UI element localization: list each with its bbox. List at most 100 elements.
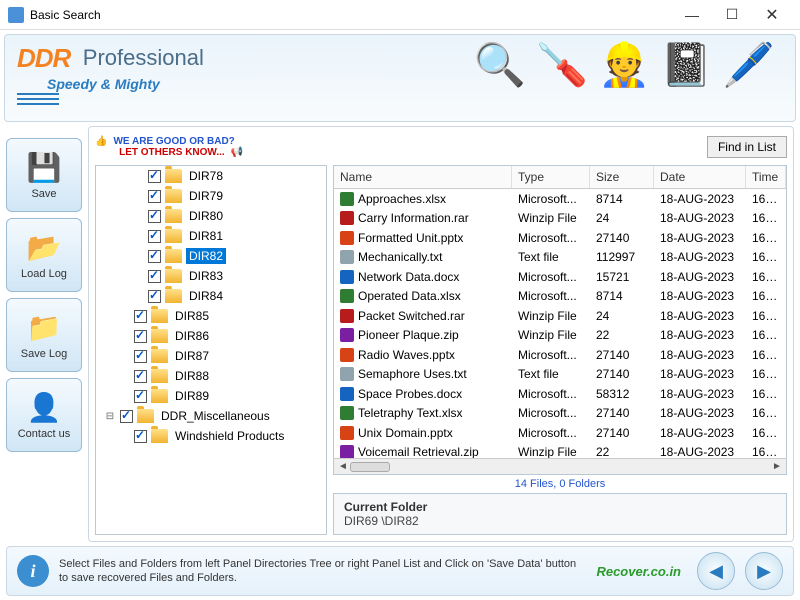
feedback-banner[interactable]: 👍 WE ARE GOOD OR BAD? LET OTHERS KNOW...… <box>95 136 697 158</box>
tree-checkbox[interactable] <box>134 370 147 383</box>
col-date[interactable]: Date <box>654 166 746 188</box>
panels: DIR78 DIR79 DIR80 DIR81 DIR82 DIR83 DIR84 DIR85… <box>95 165 787 535</box>
file-list[interactable]: Name Type Size Date Time Approaches.xlsx… <box>333 165 787 475</box>
list-row[interactable]: Carry Information.rarWinzip File2418-AUG… <box>334 209 786 229</box>
file-type: Microsoft... <box>512 192 590 206</box>
tree-checkbox[interactable] <box>148 270 161 283</box>
list-row[interactable]: Space Probes.docxMicrosoft...5831218-AUG… <box>334 384 786 404</box>
horizontal-scrollbar[interactable]: ◄ ► <box>334 458 786 474</box>
list-row[interactable]: Semaphore Uses.txtText file2714018-AUG-2… <box>334 365 786 385</box>
col-type[interactable]: Type <box>512 166 590 188</box>
tree-label[interactable]: DIR87 <box>172 348 212 364</box>
list-row[interactable]: Unix Domain.pptxMicrosoft...2714018-AUG-… <box>334 423 786 443</box>
tree-checkbox[interactable] <box>134 390 147 403</box>
find-in-list-button[interactable]: Find in List <box>707 136 787 158</box>
tree-item[interactable]: DIR86 <box>96 326 326 346</box>
tree-item[interactable]: DIR85 <box>96 306 326 326</box>
tree-checkbox[interactable] <box>148 290 161 303</box>
col-size[interactable]: Size <box>590 166 654 188</box>
list-row[interactable]: Radio Waves.pptxMicrosoft...2714018-AUG-… <box>334 345 786 365</box>
tree-checkbox[interactable] <box>148 170 161 183</box>
tree-checkbox[interactable] <box>134 430 147 443</box>
scroll-thumb[interactable] <box>350 462 390 472</box>
scroll-left-arrow[interactable]: ◄ <box>336 461 350 472</box>
tree-label[interactable]: DIR89 <box>172 388 212 404</box>
tree-label[interactable]: DIR85 <box>172 308 212 324</box>
tree-checkbox[interactable] <box>120 410 133 423</box>
scroll-right-arrow[interactable]: ► <box>770 461 784 472</box>
content: 👍 WE ARE GOOD OR BAD? LET OTHERS KNOW...… <box>88 126 794 542</box>
tree-label[interactable]: DIR82 <box>186 248 226 264</box>
file-icon <box>340 289 354 303</box>
back-button[interactable]: ◀ <box>697 552 735 590</box>
tree-label[interactable]: DIR84 <box>186 288 226 304</box>
file-name: Space Probes.docx <box>358 387 462 401</box>
file-icon <box>340 387 354 401</box>
list-row[interactable]: Packet Switched.rarWinzip File2418-AUG-2… <box>334 306 786 326</box>
content-top: 👍 WE ARE GOOD OR BAD? LET OTHERS KNOW...… <box>95 133 787 161</box>
close-button[interactable]: ✕ <box>752 1 792 29</box>
tree-item[interactable]: DIR88 <box>96 366 326 386</box>
recover-link[interactable]: Recover.co.in <box>596 564 681 579</box>
file-time: 16:05 <box>746 231 786 245</box>
col-name[interactable]: Name <box>334 166 512 188</box>
tree-item[interactable]: DIR79 <box>96 186 326 206</box>
folder-icon <box>151 369 168 383</box>
tree-item[interactable]: DIR82 <box>96 246 326 266</box>
file-time: 16:08 <box>746 348 786 362</box>
tree-item[interactable]: Windshield Products <box>96 426 326 446</box>
list-body[interactable]: Approaches.xlsxMicrosoft...871418-AUG-20… <box>334 189 786 458</box>
tree-checkbox[interactable] <box>148 250 161 263</box>
list-row[interactable]: Teletraphy Text.xlsxMicrosoft...2714018-… <box>334 404 786 424</box>
list-header[interactable]: Name Type Size Date Time <box>334 166 786 189</box>
tree-item[interactable]: DIR84 <box>96 286 326 306</box>
maximize-button[interactable]: ☐ <box>712 1 752 29</box>
tree-checkbox[interactable] <box>148 210 161 223</box>
tree-checkbox[interactable] <box>134 310 147 323</box>
file-name: Carry Information.rar <box>358 211 469 225</box>
file-type: Winzip File <box>512 211 590 225</box>
load-log-button[interactable]: 📂Load Log <box>6 218 82 292</box>
list-row[interactable]: Voicemail Retrieval.zipWinzip File2218-A… <box>334 443 786 459</box>
col-time[interactable]: Time <box>746 166 786 188</box>
tree-expander[interactable]: ⊟ <box>104 411 116 422</box>
tree-checkbox[interactable] <box>148 190 161 203</box>
tree-checkbox[interactable] <box>134 330 147 343</box>
tree-panel[interactable]: DIR78 DIR79 DIR80 DIR81 DIR82 DIR83 DIR84 DIR85… <box>95 165 327 535</box>
tree-item[interactable]: DIR89 <box>96 386 326 406</box>
tree-item[interactable]: DIR87 <box>96 346 326 366</box>
tree-item[interactable]: DIR83 <box>96 266 326 286</box>
tree-label[interactable]: DIR81 <box>186 228 226 244</box>
tree-item[interactable]: DIR81 <box>96 226 326 246</box>
tree-label[interactable]: DDR_Miscellaneous <box>158 408 273 424</box>
list-row[interactable]: Approaches.xlsxMicrosoft...871418-AUG-20… <box>334 189 786 209</box>
status-line: 14 Files, 0 Folders <box>333 475 787 493</box>
minimize-button[interactable]: — <box>672 1 712 29</box>
tree-label[interactable]: DIR78 <box>186 168 226 184</box>
tree-label[interactable]: DIR88 <box>172 368 212 384</box>
file-date: 18-AUG-2023 <box>654 309 746 323</box>
forward-button[interactable]: ▶ <box>745 552 783 590</box>
tree-label[interactable]: Windshield Products <box>172 428 287 444</box>
tree-label[interactable]: DIR80 <box>186 208 226 224</box>
tree-item[interactable]: DIR78 <box>96 166 326 186</box>
save-log-button[interactable]: 📁Save Log <box>6 298 82 372</box>
tree-checkbox[interactable] <box>134 350 147 363</box>
tree-item[interactable]: ⊟ DDR_Miscellaneous <box>96 406 326 426</box>
list-row[interactable]: Pioneer Plaque.zipWinzip File2218-AUG-20… <box>334 326 786 346</box>
file-name: Mechanically.txt <box>358 250 442 264</box>
tree-label[interactable]: DIR79 <box>186 188 226 204</box>
file-name: Approaches.xlsx <box>358 192 446 206</box>
tree-item[interactable]: DIR80 <box>96 206 326 226</box>
list-row[interactable]: Network Data.docxMicrosoft...1572118-AUG… <box>334 267 786 287</box>
list-row[interactable]: Operated Data.xlsxMicrosoft...871418-AUG… <box>334 287 786 307</box>
tree-label[interactable]: DIR83 <box>186 268 226 284</box>
file-time: 16:21 <box>746 192 786 206</box>
tree-label[interactable]: DIR86 <box>172 328 212 344</box>
contact-button[interactable]: 👤Contact us <box>6 378 82 452</box>
list-row[interactable]: Mechanically.txtText file11299718-AUG-20… <box>334 248 786 268</box>
tree-checkbox[interactable] <box>148 230 161 243</box>
file-size: 27140 <box>590 348 654 362</box>
list-row[interactable]: Formatted Unit.pptxMicrosoft...2714018-A… <box>334 228 786 248</box>
save-button[interactable]: 💾Save <box>6 138 82 212</box>
